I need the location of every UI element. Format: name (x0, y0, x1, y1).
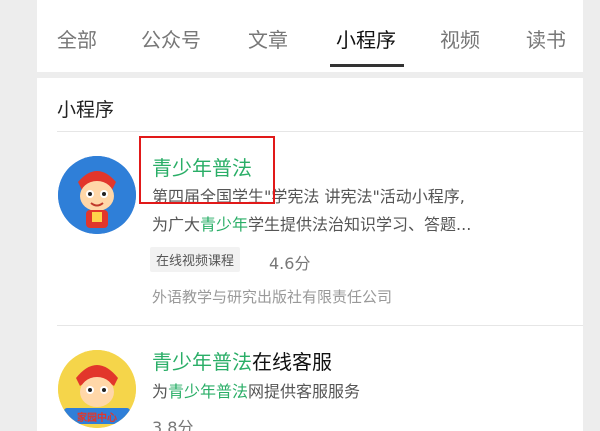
category-tabs: 全部 公众号 文章 小程序 视频 读书 (37, 0, 583, 78)
divider (57, 131, 583, 132)
rating: 4.6分 (269, 254, 311, 273)
tab-articles[interactable]: 文章 (248, 24, 288, 53)
result-title[interactable]: 青少年普法在线客服 (152, 346, 332, 375)
avatar-caption: 家园中心 (77, 413, 117, 424)
rating: 3.8分 (152, 418, 194, 431)
tab-reading[interactable]: 读书 (526, 24, 566, 53)
category-tag: 在线视频课程 (150, 247, 241, 272)
tab-official-accounts[interactable]: 公众号 (141, 24, 201, 53)
mini-program-avatar[interactable]: 家园中心 (58, 350, 136, 428)
result-description: 为青少年普法网提供客服服务 (152, 382, 361, 401)
developer-name: 外语教学与研究出版社有限责任公司 (152, 288, 393, 306)
tab-mini-programs[interactable]: 小程序 (336, 24, 396, 53)
search-results-panel: 全部 公众号 文章 小程序 视频 读书 小程序 青少年普法 第四届全国学生"学宪… (37, 0, 583, 431)
result-description: 第四届全国学生"学宪法 讲宪法"活动小程序, 为广大青少年学生提供法治知识学习、… (152, 187, 472, 234)
tab-all[interactable]: 全部 (57, 24, 97, 53)
divider (57, 325, 583, 326)
mini-program-avatar[interactable] (58, 156, 136, 234)
mascot-icon (58, 156, 136, 234)
tab-videos[interactable]: 视频 (440, 24, 480, 53)
section-title: 小程序 (57, 99, 115, 121)
active-tab-indicator (330, 64, 404, 67)
result-title[interactable]: 青少年普法 (152, 152, 252, 181)
